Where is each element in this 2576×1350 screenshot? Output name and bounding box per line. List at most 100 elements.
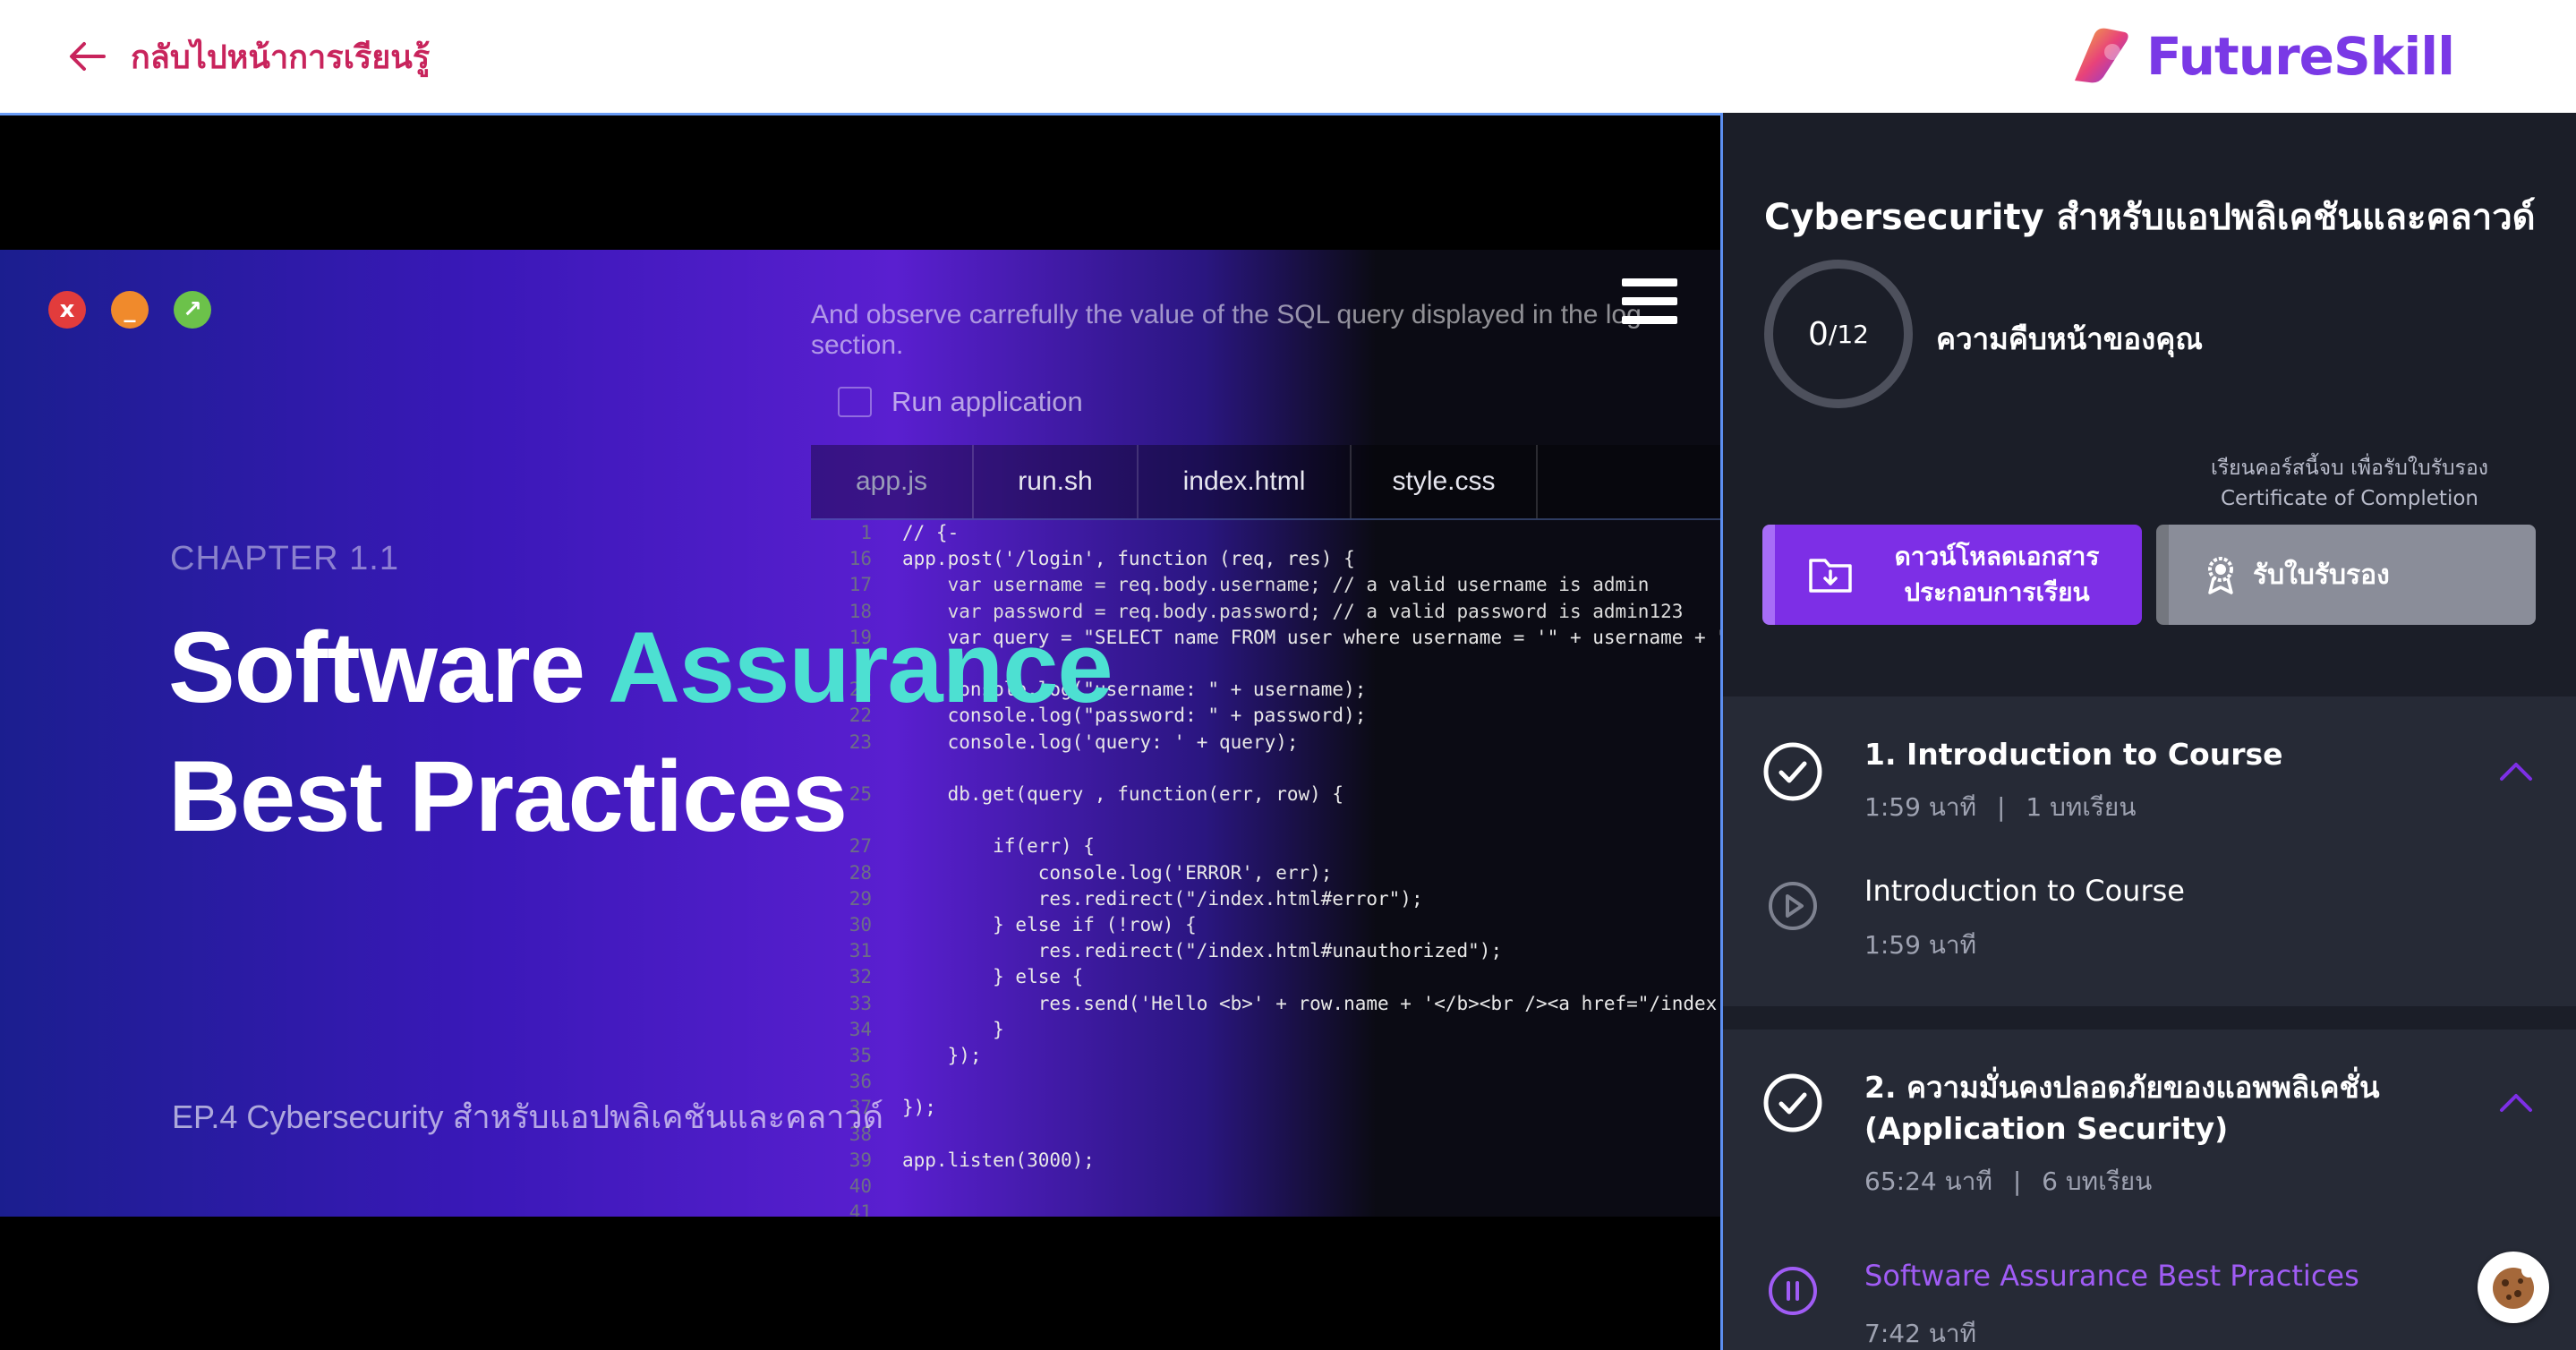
code-text: db.get(query , function(err, row) {: [902, 783, 1344, 806]
title-accent-word: Assurance: [607, 611, 1113, 723]
back-to-learning-link[interactable]: กลับไปหน้าการเรียนรู้: [68, 34, 430, 79]
certificate-note-line1: เรียนคอร์สนี้จบ เพื่อรับใบรับรอง: [2210, 457, 2489, 480]
back-label: กลับไปหน้าการเรียนรู้: [131, 38, 431, 76]
chapter-label: CHAPTER 1.1: [170, 540, 399, 577]
expand-dot-icon: ↗: [174, 291, 211, 329]
top-bar: กลับไปหน้าการเรียนรู้ FutureSkill: [0, 0, 2576, 113]
check-circle-icon: [1763, 1073, 1822, 1132]
video-player[interactable]: x _ ↗ And observe carrefully the value o…: [0, 113, 1720, 1350]
section-1-meta: 1:59 นาที | 1 บทเรียน: [1864, 788, 2136, 827]
chevron-up-icon[interactable]: [2498, 1090, 2534, 1114]
slide-title-line2: Best Practices: [168, 740, 848, 852]
line-number: 41: [849, 1201, 872, 1217]
slide-caption: And observe carrefully the value of the …: [811, 300, 1642, 360]
line-number: 35: [849, 1045, 872, 1067]
code-line: 16 app.post('/login', function (req, res)…: [834, 546, 1720, 572]
code-icon: [838, 387, 872, 417]
tab-app-js: app.js: [811, 445, 974, 518]
line-number: 40: [849, 1175, 872, 1198]
title-word: Software: [168, 611, 608, 723]
code-text: res.redirect("/index.html#error");: [902, 887, 1423, 910]
code-line: 1 // {-: [834, 520, 1720, 546]
line-number: 1: [860, 522, 872, 543]
folder-download-icon: [1809, 559, 1852, 593]
tab-run-sh: run.sh: [974, 445, 1139, 518]
code-line: 35 });: [834, 1043, 1720, 1069]
code-line: 41: [834, 1200, 1720, 1217]
tab-style-css: style.css: [1352, 445, 1538, 518]
check-circle-icon: [1763, 742, 1822, 801]
get-certificate-button[interactable]: รับใบรับรอง: [2156, 525, 2536, 625]
play-circle-icon: [1769, 882, 1817, 930]
lesson-duration: 1:59 นาที: [1864, 930, 1977, 960]
line-number: 30: [849, 914, 872, 936]
get-certificate-label: รับใบรับรอง: [2253, 559, 2390, 591]
code-text: }: [902, 1018, 1004, 1040]
course-sidebar: Cybersecurity สำหรับแอปพลิเคชันและคลาวด์…: [1720, 113, 2576, 1350]
meta-divider: |: [2012, 1166, 2022, 1196]
cookie-settings-button[interactable]: [2478, 1252, 2549, 1323]
section-2-title: 2. ความมั่นคงปลอดภัยของแอพพลิเคชั่น (App…: [1864, 1067, 2380, 1149]
menu-icon: [1622, 278, 1677, 330]
tab-index-html: index.html: [1139, 445, 1352, 518]
code-line: 34 }: [834, 1017, 1720, 1043]
line-number: 16: [849, 548, 872, 570]
code-line: 39 app.listen(3000);: [834, 1148, 1720, 1174]
line-number: 17: [849, 574, 872, 596]
section-1-lessons-count: 1 บทเรียน: [2026, 792, 2137, 822]
lesson-title-active: Software Assurance Best Practices: [1864, 1259, 2359, 1293]
section-2-lessons-count: 6 บทเรียน: [2042, 1166, 2153, 1196]
download-materials-button[interactable]: ดาวน์โหลดเอกสาร ประกอบการเรียน: [1762, 525, 2142, 625]
code-text: });: [902, 1045, 982, 1067]
lesson-title: Introduction to Course: [1864, 874, 2185, 908]
code-line: 27 if(err) {: [834, 833, 1720, 859]
code-text: console.log('query: ' + query);: [902, 731, 1299, 753]
lesson-duration: 7:42 นาที: [1864, 1319, 1977, 1348]
code-line: 40: [834, 1174, 1720, 1200]
logo-mark-icon: [2075, 28, 2128, 83]
code-line: 23 console.log('query: ' + query);: [834, 730, 1720, 756]
progress-total: 12: [1837, 319, 1869, 349]
code-line: 30 } else if (!row) {: [834, 912, 1720, 938]
progress-done: 0: [1808, 315, 1829, 353]
video-frame: x _ ↗ And observe carrefully the value o…: [0, 250, 1720, 1217]
run-application-label: Run application: [891, 386, 1083, 417]
code-line: 37});: [834, 1095, 1720, 1121]
chevron-up-icon[interactable]: [2498, 759, 2534, 782]
code-line: 28 console.log('ERROR', err);: [834, 860, 1720, 886]
close-dot-icon: x: [48, 291, 86, 329]
code-line: 33 res.send('Hello <b>' + row.name + '</…: [834, 991, 1720, 1017]
logo-text: FutureSkill: [2146, 26, 2455, 87]
award-icon: [2208, 557, 2233, 594]
code-text: console.log('ERROR', err);: [902, 861, 1333, 884]
line-number: 33: [849, 992, 872, 1014]
code-text: var username = req.body.username; // a v…: [902, 574, 1650, 596]
minimize-dot-icon: _: [111, 291, 149, 329]
lesson-item[interactable]: Introduction to Course 1:59 นาที: [1723, 861, 2576, 978]
code-line: 32 } else {: [834, 964, 1720, 990]
slide-title-line1: Software Assurance: [168, 610, 1113, 725]
section-1-title: 1. Introduction to Course: [1864, 737, 2283, 772]
arrow-left-icon: [70, 42, 106, 71]
download-materials-label: ดาวน์โหลดเอกสาร ประกอบการเรียน: [1894, 542, 2100, 607]
certificate-note: เรียนคอร์สนี้จบ เพื่อรับใบรับรอง Certifi…: [2162, 453, 2538, 514]
code-text: app.post('/login', function (req, res) {: [902, 548, 1355, 570]
code-text: if(err) {: [902, 835, 1095, 858]
section-2-title-line2: (Application Security): [1864, 1111, 2229, 1146]
line-number: 32: [849, 966, 872, 988]
code-text: } else {: [902, 966, 1084, 988]
line-number: 34: [849, 1018, 872, 1040]
code-line: 29 res.redirect("/index.html#error");: [834, 886, 1720, 912]
progress-label: ความคืบหน้าของคุณ: [1936, 321, 2203, 356]
futureskill-logo[interactable]: FutureSkill: [2068, 25, 2455, 88]
certificate-note-line2: Certificate of Completion: [2221, 487, 2478, 510]
code-text: app.listen(3000);: [902, 1149, 1095, 1171]
code-text: });: [902, 1097, 936, 1119]
progress-count: 0/12: [1808, 315, 1869, 353]
line-number: 31: [849, 940, 872, 962]
lesson-item-active[interactable]: Software Assurance Best Practices 7:42 น…: [1723, 1244, 2576, 1350]
cookie-icon: [2493, 1263, 2536, 1309]
editor-tabs: app.js run.sh index.html style.css: [811, 445, 1720, 520]
